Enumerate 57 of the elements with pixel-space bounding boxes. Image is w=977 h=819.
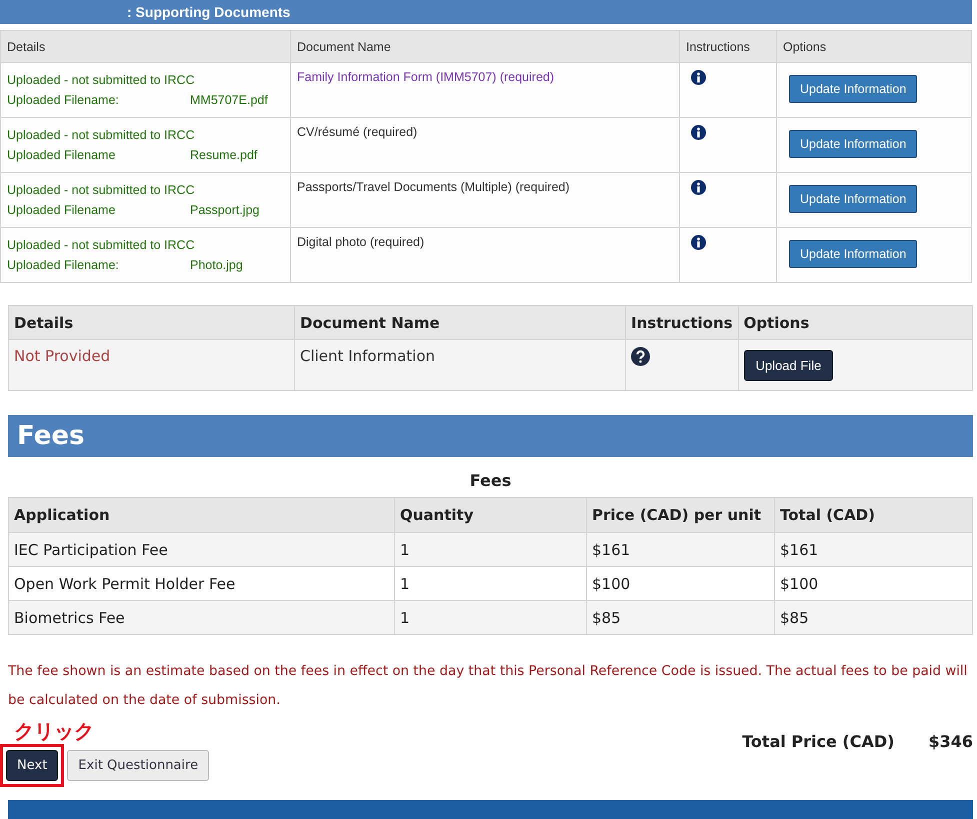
column-header: Instructions (626, 306, 738, 340)
info-icon[interactable] (691, 235, 706, 250)
column-header: Total (CAD) (774, 498, 972, 532)
help-icon[interactable] (631, 347, 650, 366)
column-header: Quantity (394, 498, 586, 532)
column-header: Price (CAD) per unit (586, 498, 774, 532)
filename-label: Uploaded Filename (7, 202, 116, 219)
update-information-button[interactable]: Update Information (789, 130, 918, 158)
table-cell: $85 (586, 600, 774, 634)
column-header: Application (8, 498, 394, 532)
filename: Resume.pdf (190, 147, 258, 164)
exit-questionnaire-button[interactable]: Exit Questionnaire (67, 750, 210, 781)
column-header: Details (8, 306, 294, 340)
document-name: Digital photo (required) (297, 235, 424, 249)
document-name: Client Information (300, 347, 436, 365)
info-icon[interactable] (691, 70, 706, 85)
table-cell: IEC Participation Fee (8, 532, 394, 566)
next-button[interactable]: Next (6, 750, 58, 781)
document-link[interactable]: Family Information Form (IMM5707) (required) (297, 70, 554, 84)
update-information-button[interactable]: Update Information (789, 185, 918, 213)
filename: MM5707E.pdf (190, 92, 268, 109)
upload-status: Uploaded - not submitted to IRCC (7, 72, 196, 89)
filename-label: Uploaded Filename (7, 147, 116, 164)
column-header: Instructions (680, 30, 776, 62)
document-name: Passports/Travel Documents (Multiple) (required) (297, 180, 570, 194)
upload-status: Uploaded - not submitted to IRCC (7, 237, 196, 254)
table-cell: $85 (774, 600, 972, 634)
status-text: Not Provided (14, 347, 110, 365)
filename-label: Uploaded Filename: (7, 92, 120, 109)
fees-heading: Fees (17, 421, 84, 451)
column-header: Document Name (290, 30, 680, 62)
section-title: : Supporting Documents (127, 4, 290, 20)
info-icon[interactable] (691, 125, 706, 140)
table-cell: 1 (394, 600, 586, 634)
upload-status: Uploaded - not submitted to IRCC (7, 182, 196, 199)
upload-file-button[interactable]: Upload File (744, 350, 834, 381)
filename-label: Uploaded Filename: (7, 257, 120, 274)
table-cell: $161 (774, 532, 972, 566)
total-label: Total Price (CAD) (742, 732, 894, 753)
annotation-label: クリック (13, 718, 95, 742)
update-information-button[interactable]: Update Information (789, 240, 918, 268)
filename: Photo.jpg (190, 257, 243, 274)
table-cell: $161 (586, 532, 774, 566)
table-cell: 1 (394, 532, 586, 566)
fee-note: The fee shown is an estimate based on the fees in effect on the day that this Personal Reference Code is issued. The actual fees to be paid will be calculated on the date of submission. (8, 663, 968, 710)
update-information-button[interactable]: Update Information (789, 75, 918, 103)
total-value: $346 (928, 732, 973, 753)
info-icon[interactable] (691, 180, 706, 195)
column-header: Details (0, 30, 290, 62)
filename: Passport.jpg (190, 202, 260, 219)
upload-status: Uploaded - not submitted to IRCC (7, 127, 196, 144)
column-header: Options (776, 30, 972, 62)
column-header: Options (738, 306, 972, 340)
table-cell: Biometrics Fee (8, 600, 394, 634)
column-header: Document Name (294, 306, 626, 340)
table-caption: Fees (468, 470, 512, 492)
document-name: CV/résumé (required) (297, 125, 418, 139)
